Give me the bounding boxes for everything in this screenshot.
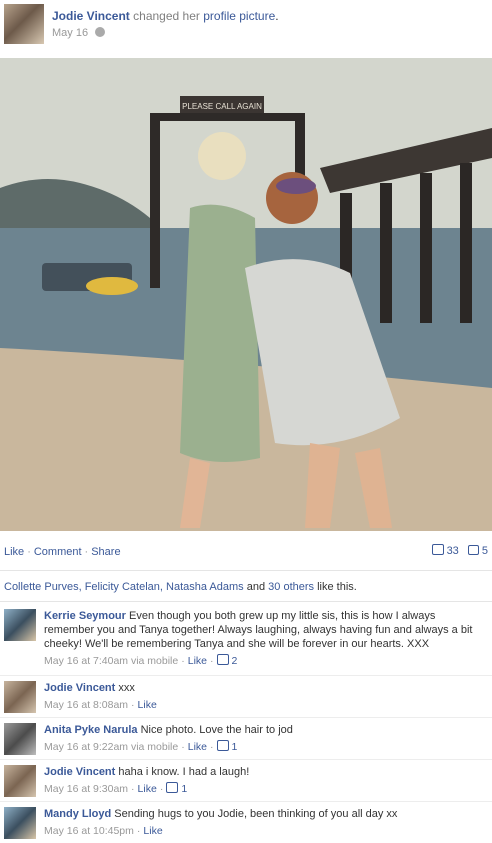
globe-icon xyxy=(95,27,106,37)
comment-time: May 16 at 9:22am via mobile xyxy=(44,741,179,753)
comment-text: xxx xyxy=(118,682,135,694)
post-title-line: Jodie Vincent changed her profile pictur… xyxy=(52,9,279,23)
comment-body: Anita Pyke Narula Nice photo. Love the h… xyxy=(44,723,484,754)
comment-meta: May 16 at 8:08am · Like xyxy=(44,699,157,711)
post-meta: May 16 xyxy=(52,27,106,39)
post-header: Jodie Vincent changed her profile pictur… xyxy=(0,0,492,58)
profile-picture-link[interactable]: profile picture xyxy=(203,9,275,23)
comment-like-count[interactable]: 2 xyxy=(232,655,238,667)
action-text: changed her xyxy=(133,9,200,23)
inflatable-boat xyxy=(86,277,138,295)
comment-time: May 16 at 9:30am xyxy=(44,783,129,795)
comment-time: May 16 at 7:40am via mobile xyxy=(44,655,179,667)
commenter-avatar[interactable] xyxy=(4,723,36,755)
comment-like-link[interactable]: Like xyxy=(188,741,207,753)
comment-time: May 16 at 8:08am xyxy=(44,699,129,711)
action-counts: 33 5 xyxy=(431,544,488,557)
like-thumb-icon xyxy=(216,654,229,665)
separator: · xyxy=(27,546,31,558)
commenter-avatar[interactable] xyxy=(4,765,36,797)
comment-meta: May 16 at 9:30am · Like · 1 xyxy=(44,782,188,795)
comment-meta: May 16 at 9:22am via mobile · Like · 1 xyxy=(44,740,238,753)
author-name-link[interactable]: Jodie Vincent xyxy=(52,9,130,23)
comment-meta: May 16 at 7:40am via mobile · Like · 2 xyxy=(44,654,238,667)
comment-count[interactable]: 5 xyxy=(482,545,488,557)
comment-like-link[interactable]: Like xyxy=(143,825,162,837)
comment-item: Anita Pyke Narula Nice photo. Love the h… xyxy=(0,718,492,760)
person-left-head xyxy=(198,132,246,180)
pier-pile xyxy=(420,173,432,323)
likes-suffix: like this. xyxy=(317,581,357,593)
liker-names-link[interactable]: Collette Purves, Felicity Catelan, Natas… xyxy=(4,581,244,593)
jetty-beam xyxy=(150,113,305,121)
commenter-avatar[interactable] xyxy=(4,681,36,713)
comment-item: Jodie Vincent haha i know. I had a laugh… xyxy=(0,760,492,802)
comment-like-link[interactable]: Like xyxy=(188,655,207,667)
comment-like-count[interactable]: 1 xyxy=(232,741,238,753)
comment-author-link[interactable]: Jodie Vincent xyxy=(44,682,115,694)
commenter-avatar[interactable] xyxy=(4,609,36,641)
comment-body: Kerrie Seymour Even though you both grew… xyxy=(44,609,484,668)
comment-author-link[interactable]: Mandy Lloyd xyxy=(44,808,111,820)
comment-text: Sending hugs to you Jodie, been thinking… xyxy=(114,808,398,820)
likes-summary: Collette Purves, Felicity Catelan, Natas… xyxy=(0,572,492,602)
comment-item: Mandy Lloyd Sending hugs to you Jodie, b… xyxy=(0,802,492,843)
comment-author-link[interactable]: Anita Pyke Narula xyxy=(44,724,138,736)
jetty-post xyxy=(150,118,160,288)
like-thumb-icon xyxy=(216,740,229,751)
commenter-avatar[interactable] xyxy=(4,807,36,839)
pier-pile xyxy=(380,183,392,323)
title-period: . xyxy=(275,9,279,23)
person-left-shirt xyxy=(180,204,260,462)
photo-scene: PLEASE CALL AGAIN xyxy=(0,58,492,531)
comment-author-link[interactable]: Kerrie Seymour xyxy=(44,610,126,622)
likes-text: Collette Purves, Felicity Catelan, Natas… xyxy=(4,581,357,593)
like-count[interactable]: 33 xyxy=(447,545,459,557)
action-links: Like · Comment · Share xyxy=(4,546,121,558)
comment-time: May 16 at 10:45pm xyxy=(44,825,134,837)
post-photo[interactable]: PLEASE CALL AGAIN xyxy=(0,58,492,531)
comment-link[interactable]: Comment xyxy=(34,546,82,558)
comment-like-count[interactable]: 1 xyxy=(181,783,187,795)
like-thumb-icon xyxy=(431,544,444,555)
comment-text: Nice photo. Love the hair to jod xyxy=(140,724,293,736)
author-avatar[interactable] xyxy=(4,4,44,44)
person-right-sunglasses xyxy=(276,178,316,194)
like-link[interactable]: Like xyxy=(4,546,24,558)
comment-bubble-icon xyxy=(467,545,479,555)
separator: · xyxy=(84,546,89,558)
comment-text: haha i know. I had a laugh! xyxy=(118,766,250,778)
comment-body: Jodie Vincent xxx May 16 at 8:08am · Like xyxy=(44,681,484,712)
others-link[interactable]: 30 others xyxy=(268,581,314,593)
comment-item: Jodie Vincent xxx May 16 at 8:08am · Like xyxy=(0,676,492,718)
post-action-bar: Like · Comment · Share 33 5 xyxy=(0,531,492,571)
like-thumb-icon xyxy=(166,782,179,793)
jetty-sign-text: PLEASE CALL AGAIN xyxy=(182,102,262,111)
comment-body: Jodie Vincent haha i know. I had a laugh… xyxy=(44,765,484,796)
likes-and: and xyxy=(246,581,266,593)
comment-item: Kerrie Seymour Even though you both grew… xyxy=(0,604,492,676)
comment-like-link[interactable]: Like xyxy=(138,699,157,711)
share-link[interactable]: Share xyxy=(91,546,120,558)
pier-pile xyxy=(460,163,472,323)
comment-like-link[interactable]: Like xyxy=(138,783,157,795)
comment-body: Mandy Lloyd Sending hugs to you Jodie, b… xyxy=(44,807,484,838)
post-date-link[interactable]: May 16 xyxy=(52,27,88,39)
comment-meta: May 16 at 10:45pm · Like xyxy=(44,825,163,837)
comment-author-link[interactable]: Jodie Vincent xyxy=(44,766,115,778)
